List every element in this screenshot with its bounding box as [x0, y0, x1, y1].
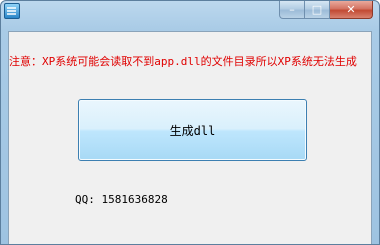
window-controls: – □ ✕ — [279, 1, 373, 20]
generate-dll-button[interactable]: 生成dll — [78, 99, 307, 161]
maximize-button[interactable]: □ — [305, 1, 330, 19]
client-area: 注意：XP系统可能会读取不到app.dll的文件目录所以XP系统无法生成 生成d… — [8, 31, 372, 244]
qq-label: QQ: 1581636828 — [75, 193, 168, 206]
close-button[interactable]: ✕ — [330, 1, 373, 19]
notice-text: 注意：XP系统可能会读取不到app.dll的文件目录所以XP系统无法生成 — [9, 55, 357, 68]
app-icon[interactable] — [4, 3, 20, 19]
title-bar[interactable]: – □ ✕ — [1, 1, 379, 23]
app-window: – □ ✕ 注意：XP系统可能会读取不到app.dll的文件目录所以XP系统无法… — [0, 0, 380, 245]
app-icon-glyph — [7, 7, 16, 15]
minimize-button[interactable]: – — [279, 1, 305, 19]
